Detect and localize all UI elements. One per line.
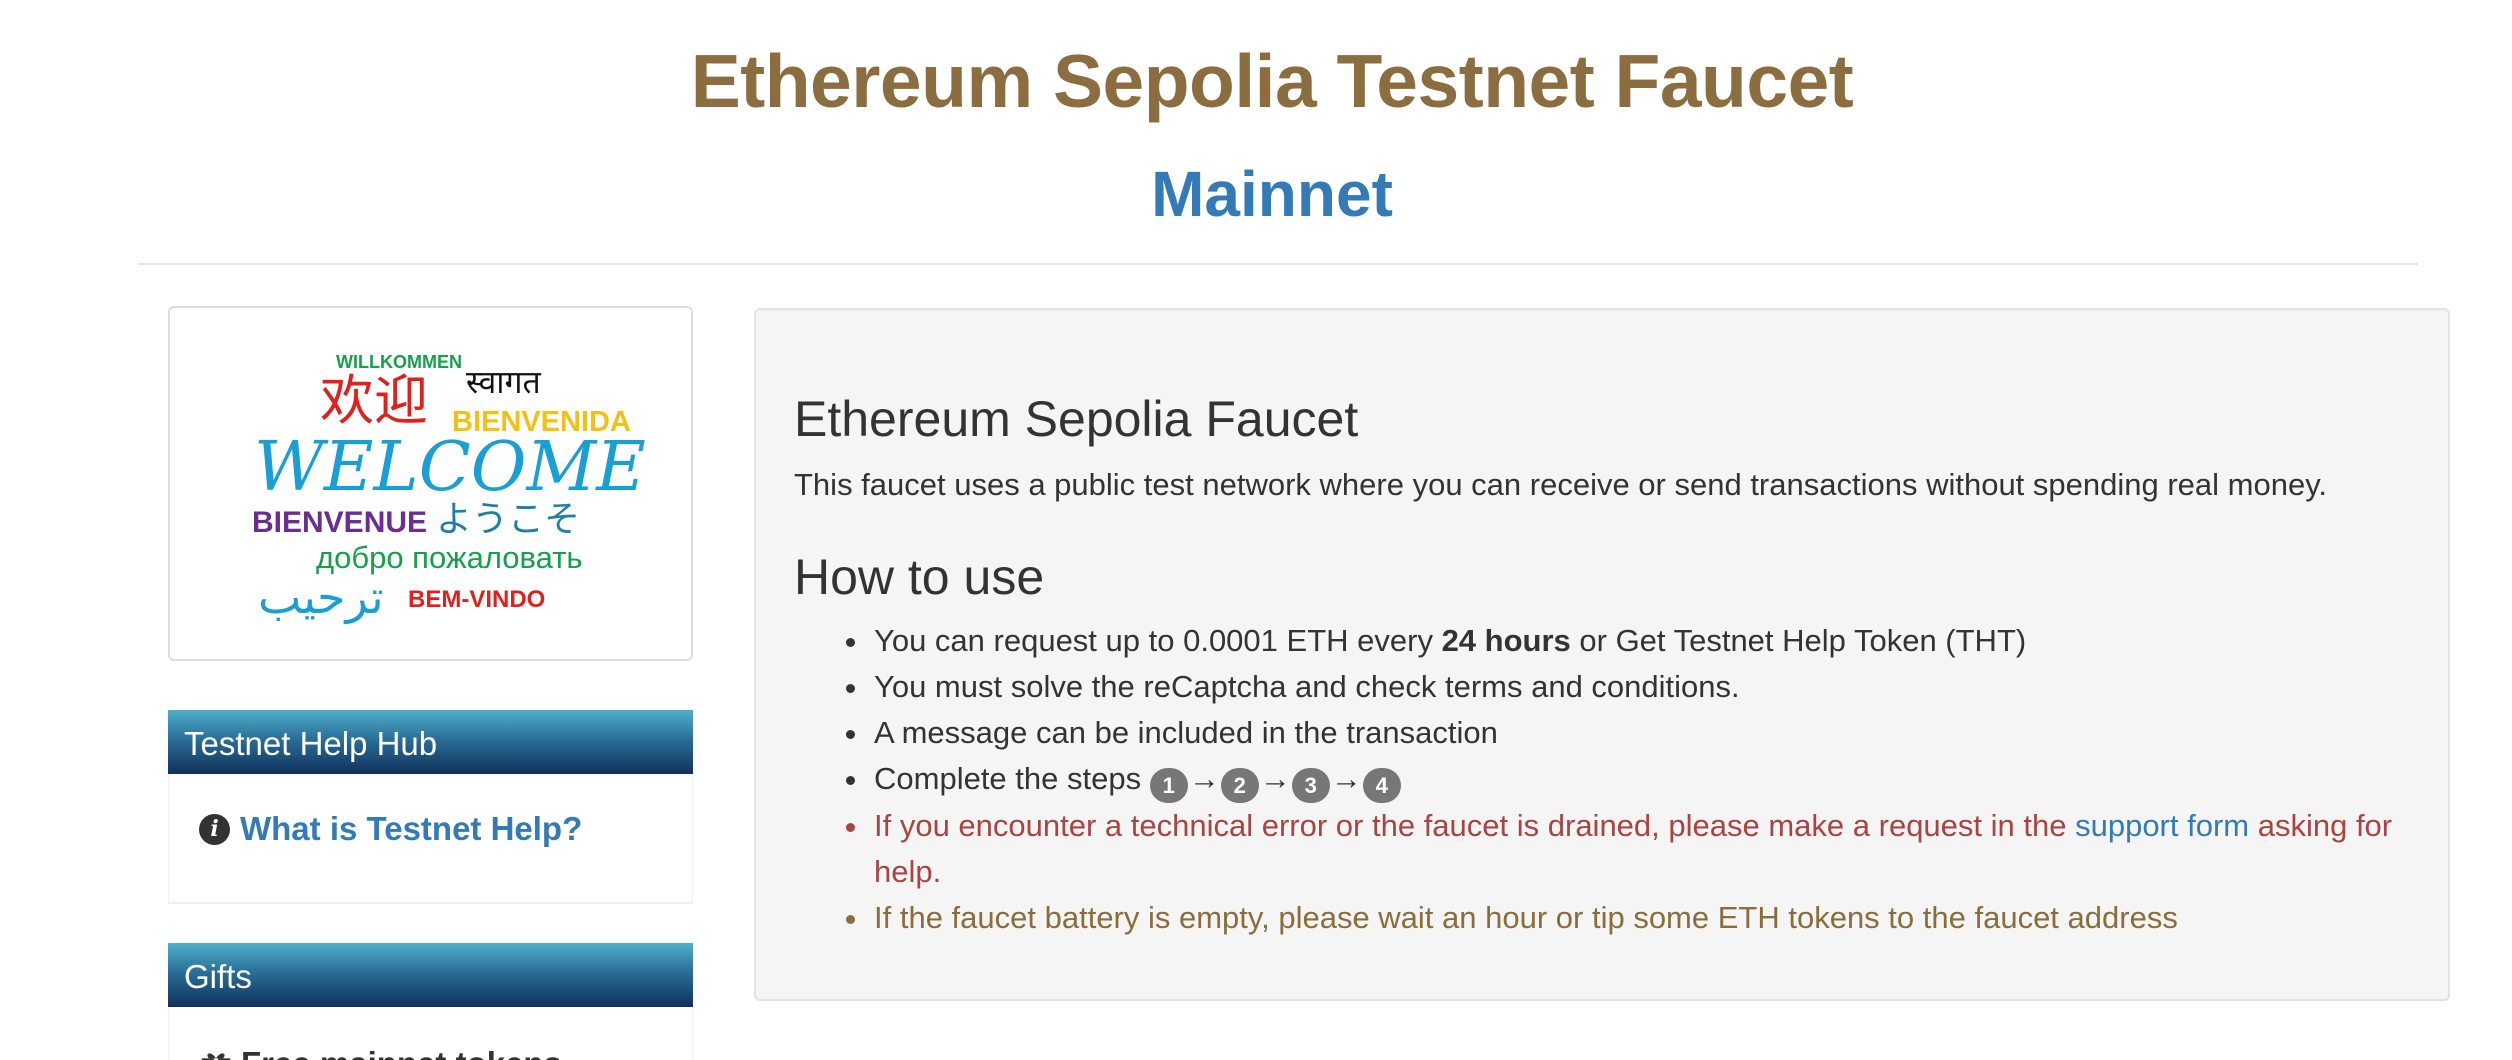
- how-to-use-heading: How to use: [794, 549, 1045, 605]
- step-badge-2: 2: [1220, 768, 1259, 803]
- step-arrow: →: [1259, 761, 1291, 796]
- how-to-use-list: You can request up to 0.0001 ETH every 2…: [794, 618, 2414, 941]
- welcome-word-bienvenue: BIENVENUE: [252, 506, 428, 539]
- step-badge-4: 4: [1362, 768, 1401, 803]
- captcha-text: You must solve the reCaptcha and check t…: [874, 669, 1740, 704]
- list-item: If you encounter a technical error or th…: [794, 803, 2414, 895]
- welcome-banner: WILLKOMMEN स्वागत 欢迎 BIENVENIDA WELCOME …: [168, 306, 693, 661]
- welcome-word-bem-vindo: BEM-VINDO: [408, 586, 546, 613]
- support-form-link[interactable]: support form: [2075, 808, 2249, 843]
- header-divider: [138, 263, 2418, 265]
- free-mainnet-tokens-label: Free mainnet tokens: [241, 1045, 562, 1060]
- battery-text: If the faucet battery is empty, please w…: [874, 900, 2178, 935]
- free-mainnet-tokens-link[interactable]: Free mainnet tokens: [199, 1045, 562, 1060]
- list-item: A message can be included in the transac…: [794, 710, 2414, 756]
- what-is-testnet-help-link[interactable]: i What is Testnet Help?: [199, 810, 582, 848]
- welcome-word-willkommen: WILLKOMMEN: [336, 352, 462, 372]
- faucet-info-panel: Ethereum Sepolia Faucet This faucet uses…: [754, 308, 2450, 1001]
- help-hub-panel: i What is Testnet Help?: [168, 774, 693, 904]
- mainnet-link[interactable]: Mainnet: [0, 157, 2512, 231]
- step-arrow: →: [1188, 761, 1220, 796]
- welcome-word-chinese: 欢迎: [320, 371, 428, 431]
- info-circle-icon: i: [199, 813, 230, 845]
- what-is-testnet-help-label: What is Testnet Help?: [240, 810, 583, 847]
- faucet-description: This faucet uses a public test network w…: [794, 467, 2328, 502]
- gifts-heading: Gifts: [168, 943, 693, 1007]
- request-limit-text: You can request up to 0.0001 ETH every: [874, 623, 1442, 658]
- list-item: Complete the steps 1 → 2 → 3 → 4: [794, 756, 2414, 803]
- request-limit-suffix: or Get Testnet Help Token (THT): [1570, 623, 2027, 658]
- steps-text: Complete the steps: [874, 761, 1150, 796]
- step-badge-1: 1: [1149, 768, 1188, 803]
- welcome-word-russian: добро пожаловать: [316, 540, 583, 575]
- error-text: If you encounter a technical error or th…: [874, 808, 2076, 843]
- welcome-word-hindi: स्वागत: [466, 364, 541, 400]
- welcome-word-welcome: WELCOME: [254, 428, 646, 507]
- gift-icon: [201, 1053, 231, 1060]
- help-hub-heading: Testnet Help Hub: [168, 710, 693, 774]
- step-arrow: →: [1330, 761, 1362, 796]
- list-item: You can request up to 0.0001 ETH every 2…: [794, 618, 2414, 664]
- faucet-title: Ethereum Sepolia Faucet: [794, 391, 1359, 447]
- message-text: A message can be included in the transac…: [874, 715, 1498, 750]
- list-item: If the faucet battery is empty, please w…: [794, 895, 2414, 941]
- request-interval: 24 hours: [1441, 623, 1571, 658]
- gifts-panel: Free mainnet tokens: [168, 1007, 693, 1060]
- step-badge-3: 3: [1291, 768, 1330, 803]
- welcome-word-arabic: ترحيب: [258, 571, 384, 623]
- welcome-word-japanese: ようこそ: [436, 498, 581, 539]
- list-item: You must solve the reCaptcha and check t…: [794, 664, 2414, 710]
- page-title: Ethereum Sepolia Testnet Faucet: [690, 39, 1854, 123]
